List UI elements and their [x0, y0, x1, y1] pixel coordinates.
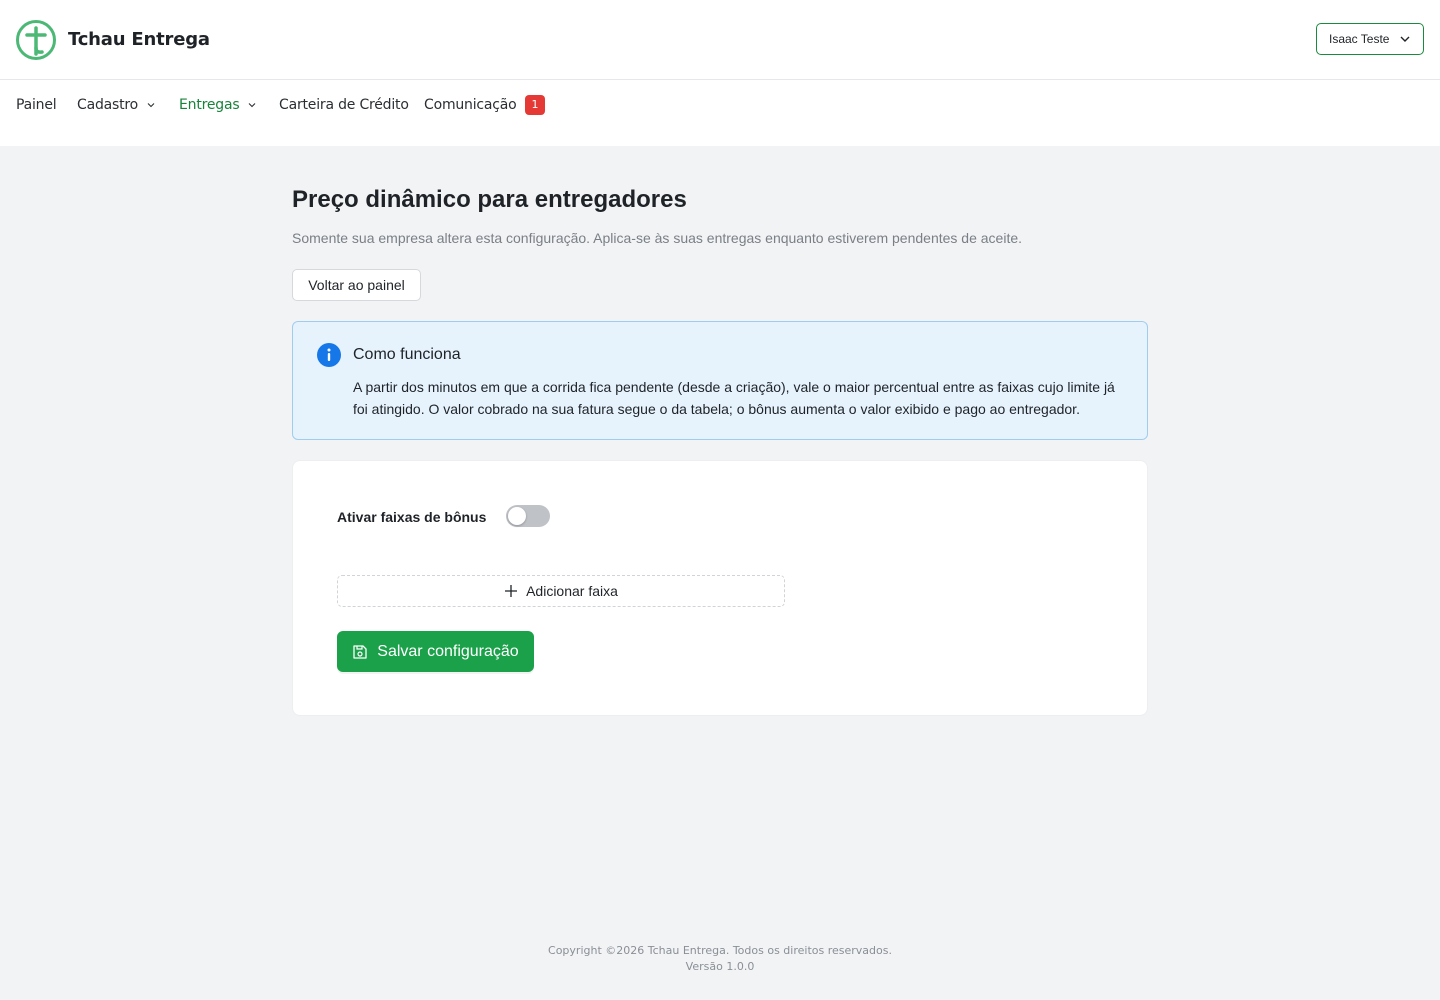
plus-icon [505, 585, 518, 597]
save-configuration-button[interactable]: Salvar configuração [337, 631, 534, 672]
save-configuration-label: Salvar configuração [377, 642, 519, 660]
bonus-settings-card: Ativar faixas de bônus Adicionar faixa S… [292, 460, 1148, 716]
bonus-toggle-label: Ativar faixas de bônus [337, 509, 487, 525]
chevron-down-icon [249, 103, 256, 108]
info-icon [317, 343, 341, 367]
page-title: Preço dinâmico para entregadores [292, 186, 687, 213]
page-footer: Copyright ©2026 Tchau Entrega. Todos os … [0, 943, 1440, 975]
nav-item-cadastro[interactable]: Cadastro [77, 97, 156, 113]
how-it-works-alert: Como funciona A partir dos minutos em qu… [292, 321, 1148, 440]
chevron-down-icon [147, 103, 155, 108]
toggle-knob [508, 507, 526, 525]
user-name: Isaac Teste [1329, 32, 1390, 46]
notification-badge: 1 [524, 95, 546, 115]
user-menu-button[interactable]: Isaac Teste [1316, 23, 1424, 55]
add-range-label: Adicionar faixa [526, 583, 618, 599]
info-description: A partir dos minutos em que a corrida fi… [353, 379, 1115, 417]
nav-item-comunicacao[interactable]: Comunicação 1 [424, 95, 546, 115]
save-disk-icon [353, 644, 367, 659]
copyright-text: Copyright ©2026 Tchau Entrega. Todos os … [548, 944, 892, 957]
cross-circle-logo-icon[interactable] [16, 20, 56, 60]
page-subtitle: Somente sua empresa altera esta configur… [292, 230, 1023, 246]
nav-item-carteira-de-credito[interactable]: Carteira de Crédito [279, 97, 409, 113]
brand-name: Tchau Entrega [68, 29, 210, 50]
top-header: Tchau Entrega Isaac Teste [0, 0, 1440, 80]
version-text: Versão 1.0.0 [685, 960, 755, 973]
back-to-dashboard-button[interactable]: Voltar ao painel [292, 269, 421, 301]
main-navigation: Painel Cadastro Entregas Carteira de Cré… [0, 80, 1440, 146]
bonus-toggle-switch[interactable] [506, 505, 550, 527]
info-title: Como funciona [353, 346, 461, 363]
add-range-button[interactable]: Adicionar faixa [337, 575, 785, 607]
nav-item-entregas[interactable]: Entregas [179, 97, 257, 113]
nav-item-painel[interactable]: Painel [16, 97, 57, 113]
chevron-down-icon [1400, 36, 1410, 42]
